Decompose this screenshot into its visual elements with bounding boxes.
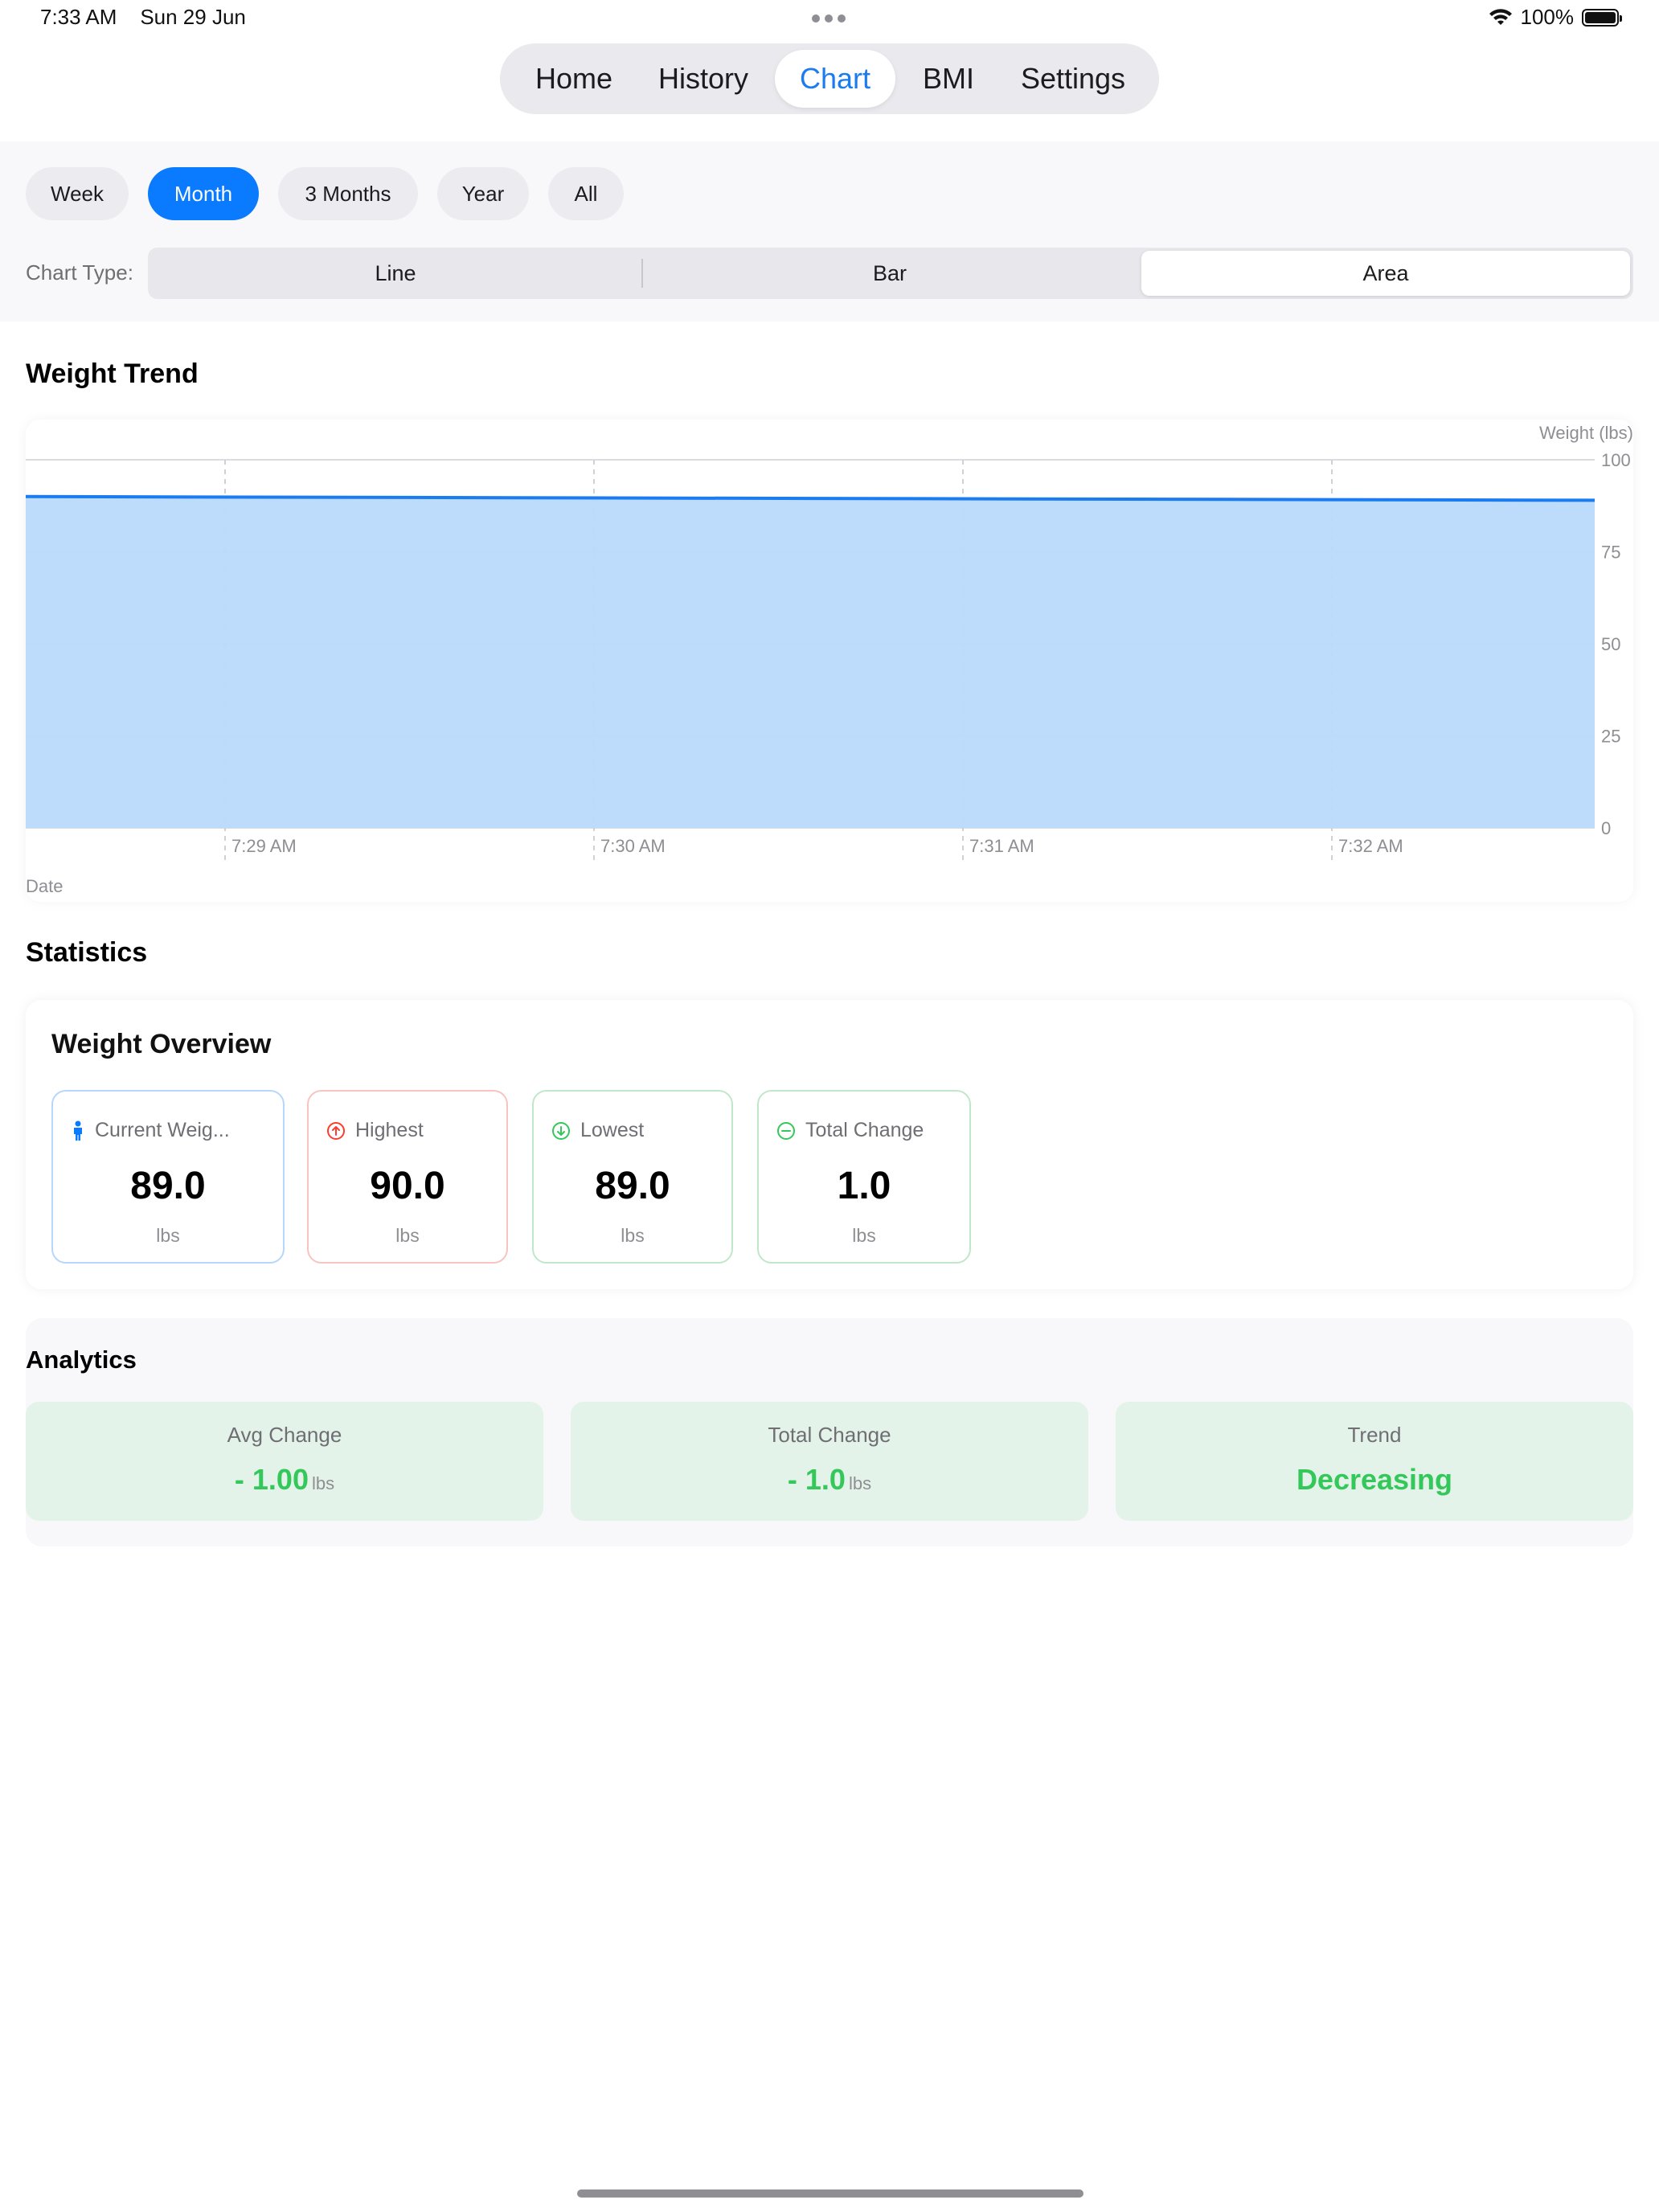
stat-label: Current Weig... bbox=[95, 1119, 230, 1141]
chart-section-title: Weight Trend bbox=[26, 358, 199, 389]
wifi-icon bbox=[1489, 8, 1512, 25]
analytics-label: Avg Change bbox=[227, 1423, 342, 1447]
stat-label: Lowest bbox=[580, 1119, 645, 1141]
y-axis-label: Weight (lbs) bbox=[1539, 423, 1633, 443]
stat-lowest: Lowest 89.0 lbs bbox=[532, 1090, 733, 1264]
x-tick-label: 7:30 AM bbox=[600, 836, 666, 856]
stat-current-weight: Current Weig... 89.0 lbs bbox=[51, 1090, 285, 1264]
analytics-unit: lbs bbox=[311, 1473, 335, 1493]
home-indicator[interactable] bbox=[577, 2189, 1083, 2198]
chart-type-line[interactable]: Line bbox=[151, 251, 640, 296]
minus-circle-icon bbox=[777, 1121, 795, 1140]
analytics-panel: Analytics Avg Change - 1.00 lbs Total Cha… bbox=[26, 1318, 1633, 1546]
statistics-title: Statistics bbox=[26, 937, 148, 968]
area-fill bbox=[26, 496, 1595, 828]
analytics-trend: Trend Decreasing bbox=[1116, 1402, 1633, 1521]
stat-unit: lbs bbox=[852, 1225, 876, 1246]
stat-label: Total Change bbox=[805, 1119, 924, 1141]
stat-label: Highest bbox=[355, 1119, 424, 1141]
x-axis-label: Date bbox=[26, 876, 63, 896]
analytics-value: Decreasing bbox=[1296, 1463, 1453, 1496]
battery-icon bbox=[1582, 8, 1622, 27]
stat-value: 89.0 bbox=[595, 1165, 670, 1207]
y-tick-label: 100 bbox=[1601, 450, 1631, 470]
status-bar-time: 7:33 AM Sun 29 Jun bbox=[40, 5, 246, 30]
weight-trend-chart-card: 0 25 50 75 100 7:29 AM 7:30 AM 7:31 AM 7:32 AM We… bbox=[25, 420, 1633, 902]
x-tick-label: 7:32 AM bbox=[1338, 836, 1403, 856]
range-3-months-button[interactable]: 3 Months bbox=[278, 167, 418, 220]
analytics-unit: lbs bbox=[848, 1473, 872, 1493]
chart-type-area[interactable]: Area bbox=[1141, 251, 1630, 296]
stat-unit: lbs bbox=[156, 1225, 180, 1246]
analytics-title: Analytics bbox=[26, 1346, 137, 1374]
chart-type-segmented-control: Line Bar Area bbox=[148, 248, 1633, 299]
analytics-total-change: Total Change - 1.0 lbs bbox=[571, 1402, 1088, 1521]
tab-home[interactable]: Home bbox=[518, 50, 630, 108]
person-icon bbox=[74, 1120, 82, 1141]
chart-type-bar[interactable]: Bar bbox=[645, 251, 1135, 296]
range-month-button[interactable]: Month bbox=[148, 167, 259, 220]
battery-percent: 100% bbox=[1520, 5, 1575, 29]
stat-value: 89.0 bbox=[130, 1165, 206, 1207]
weight-trend-chart: 0 25 50 75 100 7:29 AM 7:30 AM 7:31 AM 7:32 AM We… bbox=[25, 423, 1633, 896]
chart-type-label: Chart Type: bbox=[26, 260, 133, 285]
y-tick-label: 0 bbox=[1601, 818, 1611, 838]
stat-value: 90.0 bbox=[370, 1165, 445, 1207]
range-all-button[interactable]: All bbox=[548, 167, 624, 220]
chart-filter-panel: Week Month 3 Months Year All Chart Type:… bbox=[0, 141, 1659, 322]
analytics-label: Trend bbox=[1347, 1423, 1402, 1447]
tab-bmi[interactable]: BMI bbox=[908, 50, 989, 108]
range-year-button[interactable]: Year bbox=[437, 167, 529, 220]
arrow-down-circle-icon bbox=[552, 1121, 570, 1140]
weight-overview-card: Weight Overview Current Weig... 89.0 lbs… bbox=[26, 1000, 1633, 1289]
y-tick-label: 75 bbox=[1601, 543, 1620, 563]
tab-history[interactable]: History bbox=[643, 50, 764, 108]
status-date: Sun 29 Jun bbox=[140, 5, 246, 29]
status-bar-right: 100% bbox=[1489, 5, 1622, 30]
stat-value: 1.0 bbox=[837, 1165, 891, 1207]
analytics-value: - 1.0 bbox=[787, 1463, 846, 1496]
stat-unit: lbs bbox=[395, 1225, 420, 1246]
range-week-button[interactable]: Week bbox=[26, 167, 129, 220]
analytics-label: Total Change bbox=[768, 1423, 891, 1447]
arrow-up-circle-icon bbox=[327, 1121, 345, 1140]
stat-highest: Highest 90.0 lbs bbox=[307, 1090, 508, 1264]
stat-unit: lbs bbox=[621, 1225, 645, 1246]
analytics-avg-change: Avg Change - 1.00 lbs bbox=[26, 1402, 543, 1521]
weight-overview-title: Weight Overview bbox=[51, 1029, 272, 1059]
status-time: 7:33 AM bbox=[40, 5, 117, 29]
x-tick-label: 7:29 AM bbox=[231, 836, 297, 856]
top-tab-bar: Home History Chart BMI Settings bbox=[500, 43, 1159, 114]
x-tick-label: 7:31 AM bbox=[969, 836, 1034, 856]
analytics-value: - 1.00 bbox=[234, 1463, 309, 1496]
y-tick-label: 25 bbox=[1601, 727, 1620, 747]
y-tick-label: 50 bbox=[1601, 634, 1620, 654]
stat-total-change: Total Change 1.0 lbs bbox=[757, 1090, 971, 1264]
tab-settings[interactable]: Settings bbox=[1002, 50, 1145, 108]
multitasking-dots-icon[interactable] bbox=[812, 14, 846, 23]
tab-chart[interactable]: Chart bbox=[775, 50, 895, 108]
